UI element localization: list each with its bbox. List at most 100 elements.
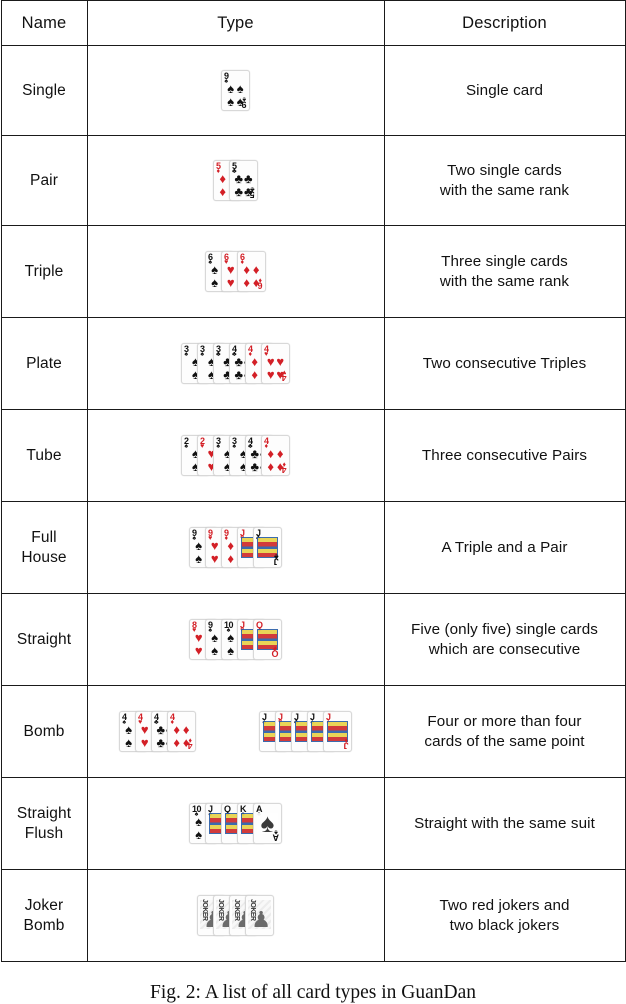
card-type-illustration: 4♠♠♠♠♠4♠4♥♥♥♥♥4♥4♣♣♣♣♣4♣4♦♦♦♦♦4♦J♠J♠J♥J♥… — [86, 685, 385, 778]
card-corner-index-bottom: J ♦ — [344, 736, 349, 751]
playing-card: A♠♠A♠ — [253, 803, 282, 844]
card-type-name: Bomb — [0, 685, 88, 778]
card-pip: ♣ — [234, 367, 244, 382]
card-group: J♠J♠J♥J♥J♣J♣J♠J♠J♦J♦ — [259, 711, 352, 752]
card-type-name: Tube — [0, 409, 88, 502]
card-corner-index-bottom: 9♠ — [242, 95, 247, 110]
table-body: Single9♠♠♠♠♠♠♠9♠Single cardPair5♦♦♦♦♦♦5♦… — [0, 45, 626, 962]
table-row: Triple6♠♠♠♠♠♠♠6♠6♥♥♥♥♥♥♥6♥6♦♦♦♦♦♦♦6♦Thre… — [0, 225, 626, 318]
card-type-name: Pair — [0, 135, 88, 226]
card-type-description: Three consecutive Pairs — [383, 409, 626, 502]
card-pip: ♦ — [267, 459, 275, 474]
card-type-illustration: 2♠♠♠2♠2♥♥♥2♥3♠♠♠♠3♠3♠♠♠♠3♠4♣♣♣♣♣4♣4♦♦♦♦♦… — [86, 409, 385, 502]
playing-card: 4♦♦♦♦♦4♦ — [261, 435, 290, 476]
card-group: 8♥♥♥♥♥♥♥8♥9♠♠♠♠♠♠♠9♠10♠♠♠♠♠♠♠10♠J♥J♥Q♦Q♦ — [189, 619, 282, 660]
card-hand: JOKER♟JOKER♟JOKER♟JOKER♟ — [88, 895, 384, 936]
card-type-description: Four or more than four cards of the same … — [383, 685, 626, 778]
table-row: Straight8♥♥♥♥♥♥♥8♥9♠♠♠♠♠♠♠9♠10♠♠♠♠♠♠♠10♠… — [0, 593, 626, 686]
card-pip: ♥ — [140, 735, 149, 750]
card-group: 10♠♠♠♠♠♠♠10♠J♠J♠Q♠Q♠K♠K♠A♠♠A♠ — [189, 803, 282, 844]
table-header-row: Name Type Description — [0, 0, 626, 46]
card-group: 4♠♠♠♠♠4♠4♥♥♥♥♥4♥4♣♣♣♣♣4♣4♦♦♦♦♦4♦ — [119, 711, 196, 752]
card-type-description: Five (only five) single cards which are c… — [383, 593, 626, 686]
card-corner-index-bottom: 6 ♦ — [258, 276, 263, 291]
card-pip: ♦ — [219, 198, 226, 200]
card-hand: 8♥♥♥♥♥♥♥8♥9♠♠♠♠♠♠♠9♠10♠♠♠♠♠♠♠10♠J♥J♥Q♦Q♦ — [88, 619, 384, 660]
table-row: Single9♠♠♠♠♠♠♠9♠Single card — [0, 45, 626, 136]
card-type-name: Joker Bomb — [0, 869, 88, 962]
table-row: Bomb4♠♠♠♠♠4♠4♥♥♥♥♥4♥4♣♣♣♣♣4♣4♦♦♦♦♦4♦J♠J♠… — [0, 685, 626, 778]
card-group: 5♦♦♦♦♦♦5♦5♣♣♣♣♣♣5♣ — [213, 160, 258, 201]
card-pip: ♠ — [195, 565, 202, 567]
card-pip: ♦ — [251, 367, 259, 382]
playing-card: 4♦♦♦♦♦4♦ — [167, 711, 196, 752]
card-types-table: Name Type Description Single9♠♠♠♠♠♠♠9♠Si… — [0, 0, 626, 962]
card-type-description: Two red jokers and two black jokers — [383, 869, 626, 962]
card-type-name: Straight Flush — [0, 777, 88, 870]
playing-card: J♣J♣ — [253, 527, 282, 568]
card-pip: ♥ — [266, 367, 275, 382]
card-pip: ♦ — [243, 289, 250, 291]
card-pip: ♣ — [234, 198, 243, 200]
card-pip: ♠ — [227, 657, 234, 659]
card-hand: 9♠♠♠♠♠♠♠9♠9♥♥♥♥♥♥♥9♥9♦♦♦♦♦♦♦9♦J♥J♥J♣J♣ — [88, 527, 384, 568]
card-pip: ♣ — [156, 735, 166, 750]
card-corner-index-bottom: 4♦ — [282, 460, 287, 475]
card-pip: ♥ — [195, 657, 203, 659]
playing-card: 9♠♠♠♠♠♠♠9♠ — [221, 70, 250, 111]
card-corner-index-bottom: 5 ♣ — [250, 185, 255, 200]
card-pip: ♦ — [173, 735, 181, 750]
card-type-description: Straight with the same suit — [383, 777, 626, 870]
card-hand: 5♦♦♦♦♦♦5♦5♣♣♣♣♣♣5♣ — [88, 160, 384, 201]
table-row: FullHouse 9♠♠♠♠♠♠♠9♠9♥♥♥♥♥♥♥9♥9♦♦♦♦♦♦♦9♦J… — [0, 501, 626, 594]
card-corner-index-bottom: 4♦ — [188, 736, 193, 751]
card-hand: 4♠♠♠♠♠4♠4♥♥♥♥♥4♥4♣♣♣♣♣4♣4♦♦♦♦♦4♦J♠J♠J♥J♥… — [88, 711, 384, 752]
playing-card: J♦J♦ — [323, 711, 352, 752]
column-header-description: Description — [383, 0, 626, 46]
card-type-illustration: JOKER♟JOKER♟JOKER♟JOKER♟ — [86, 869, 385, 962]
card-group: 9♠♠♠♠♠♠♠9♠9♥♥♥♥♥♥♥9♥9♦♦♦♦♦♦♦9♦J♥J♥J♣J♣ — [189, 527, 282, 568]
card-pip: ♠ — [211, 289, 218, 291]
table-row: Tube2♠♠♠2♠2♥♥♥2♥3♠♠♠♠3♠3♠♠♠♠3♠4♣♣♣♣♣4♣4♦… — [0, 409, 626, 502]
card-type-illustration: 9♠♠♠♠♠♠♠9♠9♥♥♥♥♥♥♥9♥9♦♦♦♦♦♦♦9♦J♥J♥J♣J♣ — [86, 501, 385, 594]
playing-card: 5♣♣♣♣♣♣5♣ — [229, 160, 258, 201]
card-hand: 3♠♠♠♠3♠3♠♠♠♠3♠3♣♣♣♣3♣4♣♣♣♣♣4♣4♦♦♦♦♦4♦4♥♥… — [88, 343, 384, 384]
figure-caption: Fig. 2: A list of all card types in Guan… — [149, 982, 477, 1003]
card-type-name: Full House — [0, 501, 88, 594]
card-type-description: Single card — [383, 45, 626, 136]
card-type-illustration: 3♠♠♠♠3♠3♠♠♠♠3♠3♣♣♣♣3♣4♣♣♣♣♣4♣4♦♦♦♦♦4♦4♥♥… — [86, 317, 385, 410]
card-corner-index-bottom: A ♠ — [273, 828, 279, 843]
card-hand: 6♠♠♠♠♠♠♠6♠6♥♥♥♥♥♥♥6♥6♦♦♦♦♦♦♦6♦ — [88, 251, 384, 292]
card-type-description: Two single cards with the same rank — [383, 135, 626, 226]
card-pip: ♠ — [125, 735, 133, 750]
playing-card: 4♥♥♥♥♥4♥ — [261, 343, 290, 384]
card-type-name: Single — [0, 45, 88, 136]
card-type-illustration: 10♠♠♠♠♠♠♠10♠J♠J♠Q♠Q♠K♠K♠A♠♠A♠ — [86, 777, 385, 870]
table-row: StraightFlush 10♠♠♠♠♠♠♠10♠J♠J♠Q♠Q♠K♠K♠A♠♠… — [0, 777, 626, 870]
card-group: 2♠♠♠2♠2♥♥♥2♥3♠♠♠♠3♠3♠♠♠♠3♠4♣♣♣♣♣4♣4♦♦♦♦♦… — [181, 435, 290, 476]
card-group: 3♠♠♠♠3♠3♠♠♠♠3♠3♣♣♣♣3♣4♣♣♣♣♣4♣4♦♦♦♦♦4♦4♥♥… — [181, 343, 290, 384]
card-corner-index-bottom: Q ♦ — [272, 644, 279, 659]
table-row: Pair5♦♦♦♦♦♦5♦5♣♣♣♣♣♣5♣Two single cardswi… — [0, 135, 626, 226]
card-hand: 2♠♠♠2♠2♥♥♥2♥3♠♠♠♠3♠3♠♠♠♠3♠4♣♣♣♣♣4♣4♦♦♦♦♦… — [88, 435, 384, 476]
card-pip: ♠ — [227, 108, 234, 110]
card-group: JOKER♟JOKER♟JOKER♟JOKER♟ — [197, 895, 274, 936]
card-type-description: A Triple and a Pair — [383, 501, 626, 594]
card-type-illustration: 9♠♠♠♠♠♠♠9♠ — [86, 45, 385, 136]
card-hand: 10♠♠♠♠♠♠♠10♠J♠J♠Q♠Q♠K♠K♠A♠♠A♠ — [88, 803, 384, 844]
column-header-type: Type — [86, 0, 385, 46]
card-group: 6♠♠♠♠♠♠♠6♠6♥♥♥♥♥♥♥6♥6♦♦♦♦♦♦♦6♦ — [205, 251, 266, 292]
playing-card: Q♦Q♦ — [253, 619, 282, 660]
playing-card: 6♦♦♦♦♦♦♦6♦ — [237, 251, 266, 292]
card-type-name: Plate — [0, 317, 88, 410]
joker-figure-icon: ♟ — [251, 907, 271, 932]
card-type-illustration: 5♦♦♦♦♦♦5♦5♣♣♣♣♣♣5♣ — [86, 135, 385, 226]
card-type-description: Two consecutive Triples — [383, 317, 626, 410]
figure-page: Name Type Description Single9♠♠♠♠♠♠♠9♠Si… — [0, 0, 626, 1003]
card-hand: 9♠♠♠♠♠♠♠9♠ — [88, 70, 384, 111]
card-pip: ♥ — [227, 289, 235, 291]
card-type-name: Triple — [0, 225, 88, 318]
card-pip: ♦ — [227, 565, 234, 567]
card-type-description: Three single cards with the same rank — [383, 225, 626, 318]
column-header-name: Name — [0, 0, 88, 46]
